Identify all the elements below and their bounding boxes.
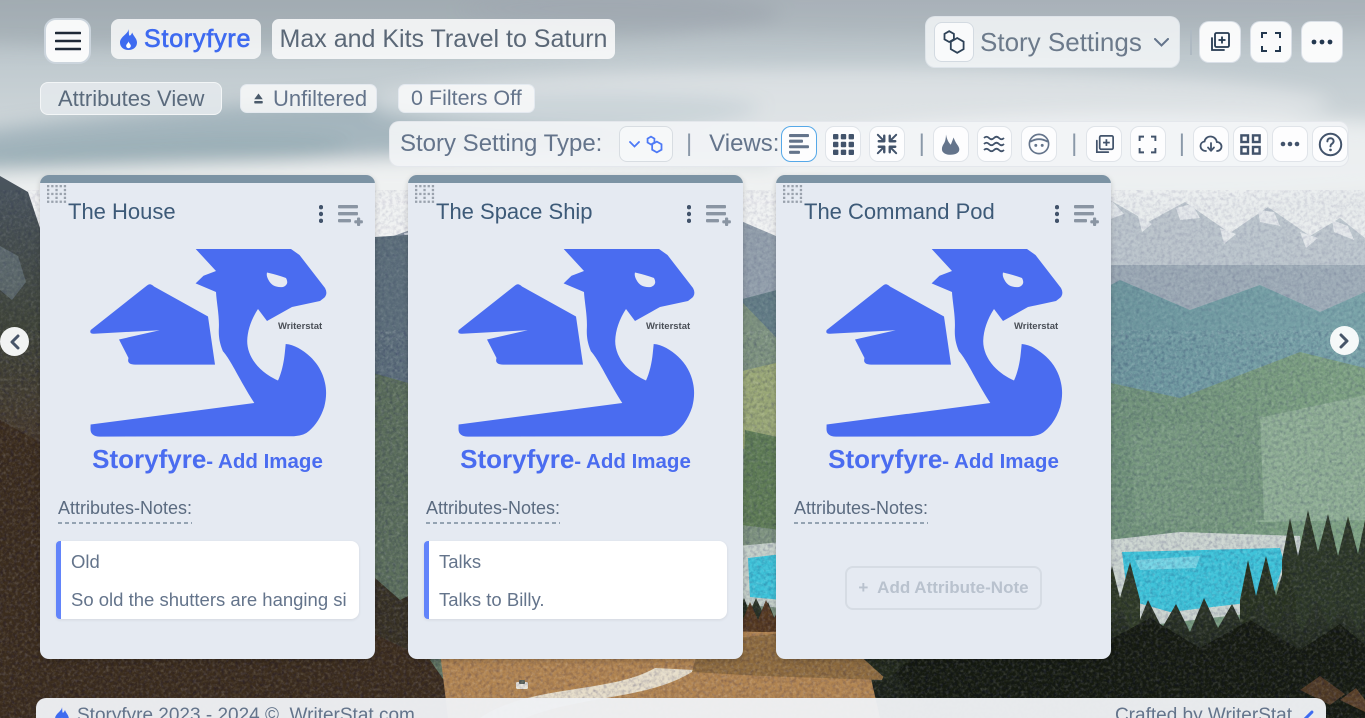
svg-text:Writerstat: Writerstat bbox=[278, 321, 323, 332]
svg-text:Writerstat: Writerstat bbox=[1014, 321, 1059, 332]
svg-text:Writerstat: Writerstat bbox=[646, 321, 691, 332]
